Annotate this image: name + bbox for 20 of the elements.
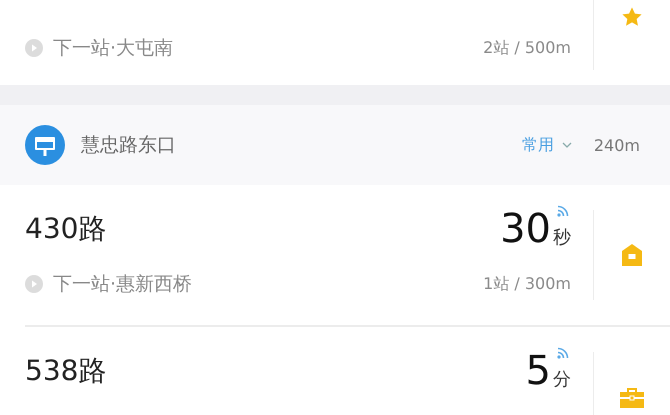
bus-stop-icon — [25, 125, 65, 165]
chevron-icon — [562, 142, 572, 148]
time-unit: 秒 — [553, 226, 571, 249]
next-stop-icon — [25, 39, 43, 57]
route-name[interactable]: 430路 — [25, 209, 106, 249]
time-unit: 分 — [553, 368, 571, 391]
distance-label: 1站 / 300m — [483, 274, 571, 294]
station-name: 慧忠路东口 — [81, 133, 177, 158]
next-stop-icon — [25, 275, 43, 293]
arrival-time: 5 — [526, 351, 551, 391]
distance-label: 2站 / 500m — [483, 38, 571, 58]
route-name[interactable]: 538路 — [25, 351, 106, 391]
star-icon[interactable] — [621, 6, 643, 28]
next-stop-label: 下一站·大屯南 — [53, 36, 174, 61]
briefcase-icon[interactable] — [619, 386, 645, 408]
station-distance: 240m — [594, 136, 640, 154]
arrival-time: 30 — [500, 209, 551, 249]
next-stop-label: 下一站·惠新西桥 — [53, 272, 192, 297]
home-icon[interactable] — [621, 243, 643, 267]
station-header[interactable]: 慧忠路东口 常用 240m — [0, 105, 670, 185]
